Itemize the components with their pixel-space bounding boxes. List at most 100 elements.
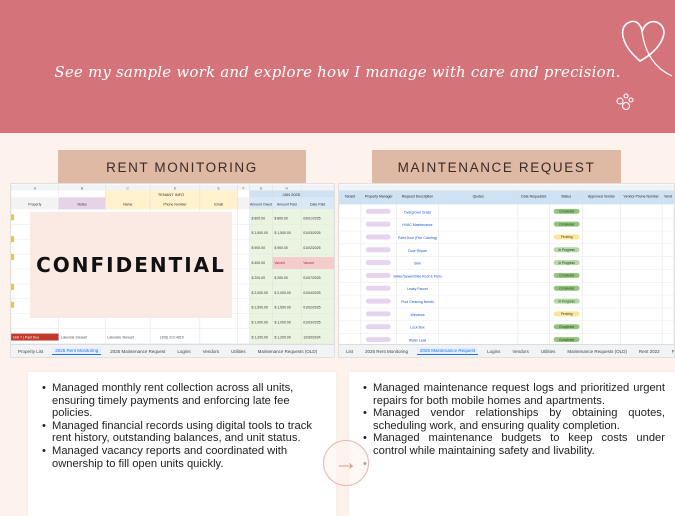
column-header: Quotes <box>473 194 484 198</box>
column-header: Status <box>561 194 571 198</box>
manager-chip <box>365 234 391 240</box>
maintenance-sheet-tab[interactable]: Utilities <box>538 348 559 355</box>
column-header: Phone Number <box>163 202 187 206</box>
request-description-cell: Leaky Faucet <box>407 287 428 291</box>
column-header: Vendor Phone Number <box>624 194 660 198</box>
column-header: Email <box>214 202 223 206</box>
maintenance-sheet-tab[interactable]: 2025 Rent Monitoring <box>362 348 411 355</box>
request-description-cell: Overgrown Grass <box>404 210 431 214</box>
column-header: Property <box>28 202 41 206</box>
column-header: Name <box>123 202 132 206</box>
date-paid-cell: 01/02/2025 <box>303 246 320 250</box>
maintenance-sheet-tab[interactable]: Maintenance Requests (OLD) <box>564 348 630 355</box>
amount-paid-cell: $ 1,500.00 <box>274 306 290 310</box>
amount-owed-cell: $ 1,500.00 <box>252 306 268 310</box>
rent-bullet: Managed financial records using digital … <box>42 420 326 445</box>
header-banner: See my sample work and explore how I man… <box>0 0 675 133</box>
amount-owed-cell: $ 1,500.00 <box>252 231 268 235</box>
confidential-label: CONFIDENTIAL <box>36 253 226 277</box>
manager-chip <box>365 208 391 214</box>
rent-bullet-list: Managed monthly rent collection across a… <box>28 372 336 470</box>
phone-cell: (308) 212-4815 <box>160 336 184 340</box>
property-highlight <box>11 214 14 221</box>
status-cell: Completed <box>559 210 575 214</box>
maintenance-bullet: Managed vendor relationships by obtainin… <box>363 407 665 432</box>
property-highlight <box>11 254 14 261</box>
amount-paid-cell: $ 1,500.00 <box>274 231 290 235</box>
amount-paid-cell: $ 800.00 <box>274 216 288 220</box>
rent-sheet-tab[interactable]: Utilities <box>228 348 249 355</box>
amount-owed-cell: $ 2,000.00 <box>252 291 268 295</box>
rent-bullet: Managed vacancy reports and coordinated … <box>42 445 326 470</box>
date-paid-cell: 01/02/2025 <box>303 306 320 310</box>
request-description-cell: Door Repair <box>408 249 428 253</box>
request-description-cell: Lock Box <box>410 326 425 330</box>
manager-chip <box>365 298 391 304</box>
status-cell: Completed <box>559 287 575 291</box>
arrow-right-icon[interactable]: → <box>323 440 369 486</box>
banner-tagline: See my sample work and explore how I man… <box>54 63 621 81</box>
date-paid-cell: 12/30/2024 <box>303 336 320 340</box>
column-header: Date Requested <box>521 194 546 198</box>
maintenance-summary: Managed maintenance request logs and pri… <box>349 372 675 516</box>
request-description-cell: Pool Cleaning Needs <box>401 300 434 304</box>
property-cell: Unit 7 | Past Due <box>13 336 39 340</box>
rent-sheet-tab[interactable]: 2025 Rent Monitoring <box>52 347 102 355</box>
manager-chip <box>365 260 391 266</box>
column-header: Property Manager <box>365 194 394 198</box>
status-cell: Pending <box>561 312 573 316</box>
date-paid-cell: 01/03/2025 <box>303 321 320 325</box>
rent-bullet: Managed monthly rent collection across a… <box>42 382 326 420</box>
manager-chip <box>365 324 391 330</box>
rent-monitoring-title: RENT MONITORING <box>58 150 306 184</box>
rent-sheet-tab[interactable]: Maintenance Requests (OLD) <box>255 348 321 355</box>
amount-owed-cell: $ 400.00 <box>252 261 266 265</box>
rent-sheet-tab[interactable]: Property List <box>15 348 46 355</box>
date-paid-cell: 01/04/2025 <box>303 291 320 295</box>
date-paid-cell: 01/07/2025 <box>303 276 320 280</box>
tenant-group-label: TENANT INFO <box>158 192 184 197</box>
property-highlight <box>11 283 14 290</box>
maintenance-bullet-list: Managed maintenance request logs and pri… <box>349 372 675 470</box>
maintenance-sheet-tab[interactable]: 2025 Maintenance Request <box>417 347 479 355</box>
rent-sheet-tab[interactable]: 2025 Maintenance Request <box>107 348 168 355</box>
manager-chip <box>365 311 391 317</box>
manager-chip <box>365 221 391 227</box>
request-description-cell: Water/Sewer/Side Roof & Patio <box>393 274 441 278</box>
amount-owed-cell: $ 1,000.00 <box>252 321 268 325</box>
rent-sheet-tab[interactable]: Logins <box>174 348 193 355</box>
request-description-cell: HVAC Maintenance <box>402 223 432 227</box>
rent-monitoring-summary: Managed monthly rent collection across a… <box>28 372 336 516</box>
request-description-cell: Sink <box>414 262 421 266</box>
amount-paid-cell: Vacant <box>274 261 285 265</box>
maintenance-sheet-grid: Tenant Property Manager Request Descriptio… <box>339 184 674 346</box>
status-cell: Completed <box>559 274 575 278</box>
heart-doodle-icon <box>616 20 672 111</box>
maintenance-sheet-tab[interactable]: List <box>343 348 356 355</box>
maintenance-bullet: Managed maintenance budgets to keep cost… <box>363 432 665 457</box>
column-header: Amount Owed <box>250 202 272 206</box>
amount-paid-cell: $ 2,000.00 <box>274 291 290 295</box>
amount-owed-cell: $ 1,200.00 <box>252 336 268 340</box>
amount-paid-cell: $ 200.00 <box>274 276 288 280</box>
status-cell: Completed <box>559 338 575 342</box>
maintenance-sheet-tab[interactable]: Rent 2022 <box>636 348 663 355</box>
maintenance-sheet-tab[interactable]: Logins <box>484 348 503 355</box>
column-letter-bar <box>339 184 674 191</box>
maintenance-sheet-tabbar: List 2025 Rent Monitoring 2025 Maintenance… <box>339 344 674 357</box>
status-cell: Completed <box>559 325 575 329</box>
rent-sheet-tab[interactable]: Vendors <box>200 348 223 355</box>
notes-cell: Lakeside Stewart <box>61 336 88 340</box>
property-highlight <box>11 301 14 308</box>
status-cell: In Progress <box>559 299 576 303</box>
maintenance-request-title: MAINTENANCE REQUEST <box>372 150 621 184</box>
column-header: Tenant <box>345 194 355 198</box>
maintenance-sheet-tab[interactable]: Vendors <box>509 348 532 355</box>
amount-paid-cell: $ 1,200.00 <box>274 336 290 340</box>
payment-group-label: JAN 2025 <box>283 192 301 197</box>
maintenance-sheet-tab[interactable]: Pro <box>669 348 674 355</box>
column-header: Notes <box>78 202 87 206</box>
request-description-cell: Paint Door (Fire Coloring) <box>398 236 438 240</box>
column-letter: F <box>242 186 244 190</box>
manager-chip <box>365 247 391 253</box>
